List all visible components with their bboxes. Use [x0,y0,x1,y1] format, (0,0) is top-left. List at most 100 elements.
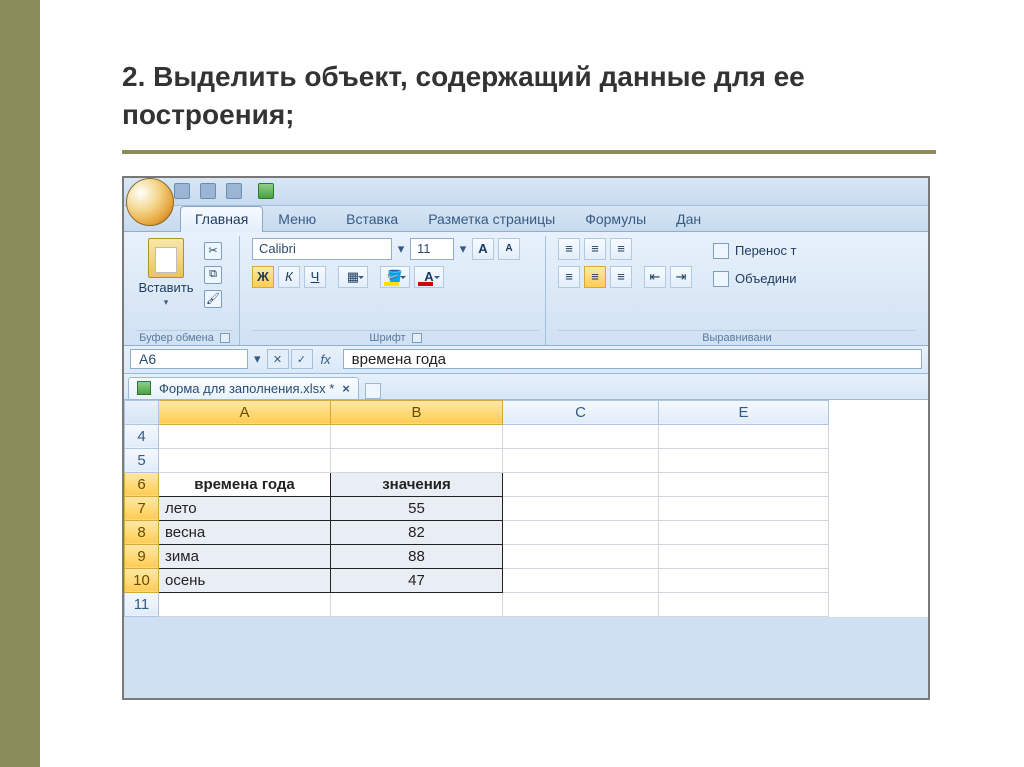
cell[interactable] [331,592,503,616]
cell[interactable] [503,592,659,616]
italic-button[interactable]: К [278,266,300,288]
cell-a7[interactable]: лето [159,496,331,520]
cell[interactable] [159,424,331,448]
cell[interactable] [503,472,659,496]
row-header[interactable]: 5 [125,448,159,472]
cell[interactable] [659,520,829,544]
row-header[interactable]: 4 [125,424,159,448]
cell-a8[interactable]: весна [159,520,331,544]
cell-b9[interactable]: 88 [331,544,503,568]
clipboard-launcher-icon[interactable] [220,333,230,343]
borders-button[interactable]: ▦ [338,266,368,288]
cell[interactable] [659,496,829,520]
decrease-indent-icon[interactable]: ⇤ [644,266,666,288]
align-left-icon[interactable]: ≡ [558,266,580,288]
cell-a10[interactable]: осень [159,568,331,592]
close-tab-icon[interactable]: × [342,381,350,396]
tab-page-layout[interactable]: Разметка страницы [413,206,570,232]
align-center-icon[interactable]: ≡ [584,266,606,288]
shrink-font-icon[interactable]: A [498,238,520,260]
row-header[interactable]: 7 [125,496,159,520]
tab-menu[interactable]: Меню [263,206,331,232]
tab-formulas[interactable]: Формулы [570,206,661,232]
col-header-b[interactable]: B [331,400,503,424]
paste-icon [148,238,184,278]
align-middle-icon[interactable]: ≡ [584,238,606,260]
cell-b7[interactable]: 55 [331,496,503,520]
tab-data[interactable]: Дан [661,206,716,232]
underline-button[interactable]: Ч [304,266,326,288]
font-launcher-icon[interactable] [412,333,422,343]
fill-color-button[interactable]: 🪣 [380,266,410,288]
accept-formula-icon[interactable]: ✓ [291,349,313,369]
merge-center-button[interactable]: Объедини [706,268,804,290]
workbook-tab[interactable]: Форма для заполнения.xlsx * × [128,377,359,399]
cell[interactable] [503,448,659,472]
increase-indent-icon[interactable]: ⇥ [670,266,692,288]
row-header[interactable]: 6 [125,472,159,496]
align-top-icon[interactable]: ≡ [558,238,580,260]
cell[interactable] [331,448,503,472]
font-size-combo[interactable]: 11 [410,238,454,260]
copy-icon[interactable]: ⧉ [204,266,222,284]
fx-icon[interactable]: fx [315,352,337,367]
row-header[interactable]: 11 [125,592,159,616]
qat-undo-icon[interactable] [200,183,216,199]
cell-b6[interactable]: значения [331,472,503,496]
cell[interactable] [659,448,829,472]
row-header[interactable]: 10 [125,568,159,592]
workbook-tabs: Форма для заполнения.xlsx * × [124,374,928,400]
format-painter-icon[interactable]: 🖌 [204,290,222,308]
wrap-text-button[interactable]: Перенос т [706,240,804,262]
select-all-corner[interactable] [125,400,159,424]
cell[interactable] [159,448,331,472]
tab-home[interactable]: Главная [180,206,263,232]
align-bottom-icon[interactable]: ≡ [610,238,632,260]
cell-a9[interactable]: зима [159,544,331,568]
font-color-button[interactable]: A [414,266,444,288]
cut-icon[interactable]: ✂ [204,242,222,260]
tab-insert[interactable]: Вставка [331,206,413,232]
col-header-e[interactable]: E [659,400,829,424]
cell[interactable] [503,544,659,568]
cell[interactable] [659,424,829,448]
grow-font-icon[interactable]: A [472,238,494,260]
title-underline [122,150,936,154]
cell-b10[interactable]: 47 [331,568,503,592]
row-header[interactable]: 8 [125,520,159,544]
workbook-filename: Форма для заполнения.xlsx * [159,381,334,396]
paste-button[interactable]: Вставить ▾ [136,238,196,308]
formula-input[interactable]: времена года [343,349,922,369]
cell-a6[interactable]: времена года [159,472,331,496]
qat-redo-icon[interactable] [226,183,242,199]
name-box[interactable]: A6 [130,349,248,369]
cell[interactable] [159,592,331,616]
office-button-icon[interactable] [126,178,174,226]
cell[interactable] [503,496,659,520]
cell[interactable] [659,472,829,496]
col-header-a[interactable]: A [159,400,331,424]
formula-bar: A6 ▾ ✕ ✓ fx времена года [124,346,928,374]
cell[interactable] [503,520,659,544]
qat-save-icon[interactable] [174,183,190,199]
cell[interactable] [503,424,659,448]
row-header[interactable]: 9 [125,544,159,568]
cell-b8[interactable]: 82 [331,520,503,544]
quick-access-toolbar [124,178,928,206]
bold-button[interactable]: Ж [252,266,274,288]
cell[interactable] [659,568,829,592]
alignment-group-label: Выравнивани [702,332,772,344]
cell[interactable] [659,544,829,568]
cell[interactable] [331,424,503,448]
col-header-c[interactable]: C [503,400,659,424]
worksheet[interactable]: A B C E 4 5 6 времена года значения [124,400,928,617]
merge-icon [713,271,729,287]
ribbon: Вставить ▾ ✂ ⧉ 🖌 Буфер обмена [124,232,928,346]
cell[interactable] [503,568,659,592]
font-name-combo[interactable]: Calibri [252,238,392,260]
new-tab-icon[interactable] [365,383,381,399]
align-right-icon[interactable]: ≡ [610,266,632,288]
cell[interactable] [659,592,829,616]
cancel-formula-icon[interactable]: ✕ [267,349,289,369]
ribbon-tabs: Главная Меню Вставка Разметка страницы Ф… [124,206,928,232]
